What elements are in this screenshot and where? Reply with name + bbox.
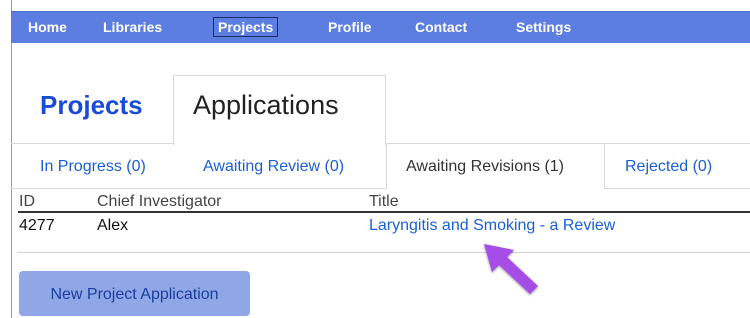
column-header-id: ID [19,193,35,210]
table-row-divider [18,252,750,253]
project-title-link[interactable]: Laryngitis and Smoking - a Review [369,217,615,235]
subtab-awaiting-revisions[interactable]: Awaiting Revisions (1) [406,158,564,176]
column-header-chief-investigator: Chief Investigator [97,193,222,210]
nav-projects[interactable]: Projects [213,17,279,37]
nav-settings[interactable]: Settings [516,18,571,37]
tab-projects[interactable]: Projects [40,90,143,121]
arrow-pointer-icon [484,244,538,294]
nav-home[interactable]: Home [28,18,67,37]
subtab-awaiting-review[interactable]: Awaiting Review (0) [203,158,344,176]
nav-contact[interactable]: Contact [415,18,467,37]
subtab-divider [605,188,750,189]
nav-profile[interactable]: Profile [328,18,372,37]
subtab-in-progress[interactable]: In Progress (0) [40,158,146,176]
subtab-divider [11,188,386,189]
nav-libraries[interactable]: Libraries [103,18,162,37]
cell-chief-investigator: Alex [97,217,129,234]
subtab-rejected[interactable]: Rejected (0) [625,158,712,176]
tab-applications[interactable]: Applications [193,90,339,121]
tab-divider [11,143,173,144]
table-header-line [18,211,750,213]
new-project-application-button[interactable]: New Project Application [19,271,250,316]
top-nav-bar: Home Libraries Projects Profile Contact … [11,11,750,43]
cell-id: 4277 [19,217,55,234]
column-header-title: Title [369,193,399,210]
